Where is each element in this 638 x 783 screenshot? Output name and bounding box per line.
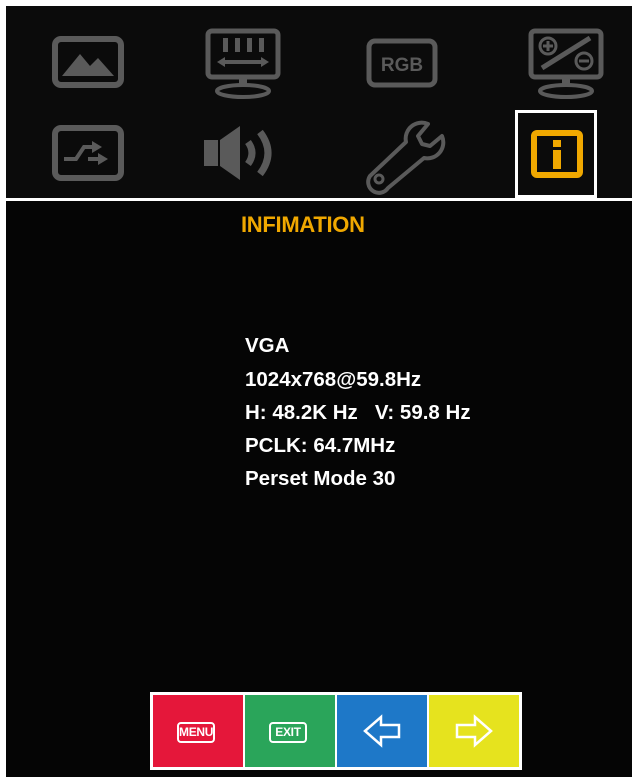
rgb-icon[interactable]: RGB (366, 38, 438, 88)
control-key-bar: MENU EXIT (150, 692, 522, 770)
svg-text:RGB: RGB (381, 55, 423, 76)
signal-source: VGA (245, 334, 290, 357)
color-adjust-icon[interactable] (528, 28, 604, 99)
information-icon[interactable] (531, 130, 583, 178)
menu-button[interactable]: MENU (153, 695, 243, 767)
picture-icon[interactable] (52, 36, 124, 88)
audio-icon[interactable] (200, 122, 290, 184)
right-button[interactable] (429, 695, 519, 767)
geometry-icon[interactable] (205, 28, 281, 99)
exit-label: EXIT (269, 722, 307, 743)
exit-button[interactable]: EXIT (245, 695, 335, 767)
page-title: INFIMATION (241, 212, 365, 237)
pixel-clock: PCLK: 64.7MHz (245, 434, 396, 457)
left-button[interactable] (337, 695, 427, 767)
frequency: H: 48.2K Hz V: 59.8 Hz (245, 401, 471, 424)
preset-mode: Perset Mode 30 (245, 467, 396, 490)
input-source-icon[interactable] (52, 125, 124, 181)
setup-wrench-icon[interactable] (360, 118, 450, 195)
osd-menu: RGB INFIMATION VGA 1024x768@59.8Hz H: 48… (0, 0, 638, 783)
right-arrow-icon (455, 714, 493, 748)
menu-label: MENU (177, 722, 215, 743)
left-arrow-icon (363, 714, 401, 748)
resolution: 1024x768@59.8Hz (245, 368, 422, 391)
